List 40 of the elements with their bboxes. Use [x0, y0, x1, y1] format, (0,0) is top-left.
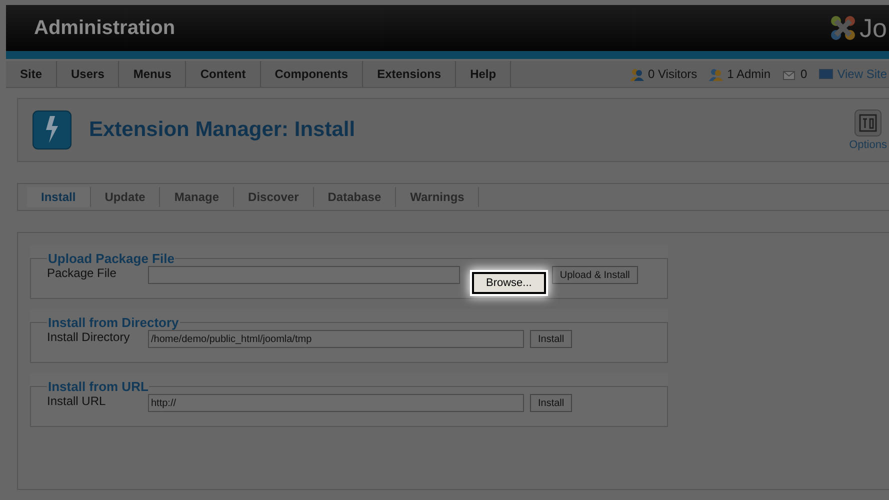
- status-text: 0 Visitors: [648, 67, 698, 81]
- menu-item[interactable]: Help: [456, 61, 512, 87]
- options-button[interactable]: Options: [849, 139, 887, 151]
- menu-item[interactable]: Site: [6, 61, 58, 87]
- field-label: Package File: [47, 266, 118, 280]
- section-legend: Upload Package File: [47, 251, 176, 266]
- tab[interactable]: Manage: [160, 187, 234, 207]
- form-button[interactable]: Install: [530, 394, 572, 412]
- site-title: Administration: [34, 16, 176, 40]
- field-label: Install URL: [47, 394, 107, 408]
- users-icon: [630, 68, 644, 80]
- monitor-icon: [819, 69, 834, 79]
- status-text: 0: [800, 67, 808, 81]
- logo-text: Jo: [860, 12, 887, 44]
- lightning-icon: [32, 110, 72, 150]
- menu-item[interactable]: Content: [186, 61, 261, 87]
- form-button[interactable]: Install: [530, 330, 572, 348]
- browse-button[interactable]: Browse...: [472, 272, 546, 294]
- form-button[interactable]: Upload & Install: [552, 266, 638, 284]
- menu-item[interactable]: Extensions: [363, 61, 456, 87]
- envelope-icon: [782, 68, 796, 80]
- tab[interactable]: Warnings: [396, 187, 480, 207]
- menu-item[interactable]: Menus: [119, 61, 186, 87]
- status-text: 1 Admin: [727, 67, 770, 81]
- tab[interactable]: Discover: [234, 187, 314, 207]
- menu-item[interactable]: Components: [260, 61, 364, 87]
- tab[interactable]: Update: [90, 187, 160, 207]
- section-legend: Install from Directory: [47, 315, 180, 330]
- view-site-link[interactable]: View Site: [837, 67, 887, 81]
- field-label: Install Directory: [47, 330, 131, 344]
- input-field[interactable]: /home/demo/public_html/joomla/tmp: [148, 330, 524, 348]
- section-legend: Install from URL: [47, 379, 150, 394]
- input-field[interactable]: http://: [148, 394, 524, 412]
- menu-item[interactable]: Users: [57, 61, 120, 87]
- page-title: Extension Manager: Install: [89, 118, 356, 142]
- tab[interactable]: Database: [314, 187, 396, 207]
- input-field[interactable]: [148, 266, 460, 284]
- options-icon[interactable]: [854, 109, 882, 137]
- tab[interactable]: Install: [27, 187, 91, 207]
- users-icon: [709, 68, 724, 80]
